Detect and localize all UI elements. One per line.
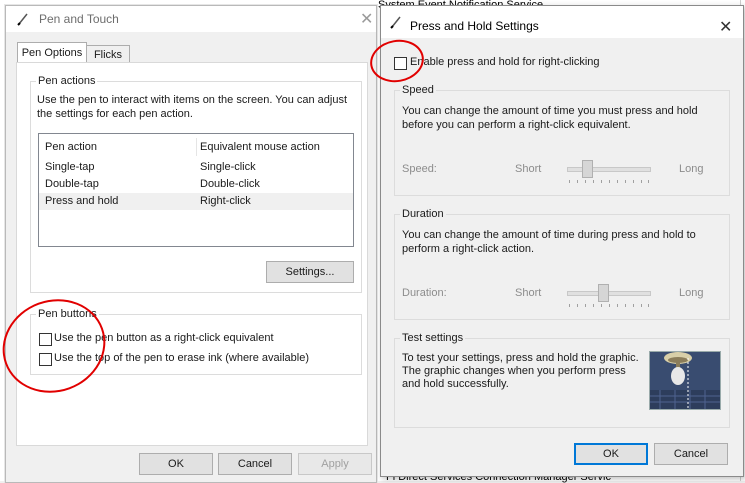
list-item[interactable]: Single-tap Single-click (39, 159, 353, 176)
duration-min-label: Short (515, 287, 542, 299)
cancel-button[interactable]: Cancel (218, 453, 292, 475)
speed-slider-ticks (569, 180, 649, 184)
column-divider (196, 138, 197, 156)
slider-tick (569, 304, 570, 307)
speed-description: You can change the amount of time you mu… (402, 105, 698, 131)
slider-tick (585, 304, 586, 307)
slider-tick (641, 180, 642, 183)
column-header-pen-action[interactable]: Pen action (45, 141, 97, 153)
slider-tick (648, 180, 649, 183)
test-settings-label: Test settings (400, 332, 466, 344)
slider-tick (585, 180, 586, 183)
speed-label: Speed (400, 84, 436, 96)
pen-and-touch-dialog: Pen and Touch ✕ Pen Options Flicks Pen a… (5, 5, 377, 483)
cancel-button[interactable]: Cancel (654, 443, 728, 465)
pen-actions-label: Pen actions (36, 75, 98, 87)
duration-slider-label: Duration: (402, 287, 447, 299)
mouse-action-cell: Single-click (200, 161, 256, 173)
slider-tick (633, 180, 634, 183)
speed-slider-track[interactable] (567, 167, 651, 172)
slider-tick (609, 304, 610, 307)
duration-slider-track[interactable] (567, 291, 651, 296)
pen-actions-description: Use the pen to interact with items on th… (37, 94, 348, 120)
tab-pen-options[interactable]: Pen Options (17, 42, 87, 64)
pen-icon (17, 13, 28, 26)
ok-button[interactable]: OK (139, 453, 213, 475)
mouse-action-cell: Double-click (200, 178, 260, 190)
speed-slider-label: Speed: (402, 163, 437, 175)
pen-actions-list[interactable]: Pen action Equivalent mouse action Singl… (38, 133, 354, 247)
light-fixture-icon (650, 352, 720, 409)
mouse-action-cell: Right-click (200, 195, 251, 207)
duration-description: You can change the amount of time during… (402, 229, 696, 255)
duration-slider-thumb[interactable] (598, 284, 609, 302)
settings-button[interactable]: Settings... (266, 261, 354, 283)
title-bar: Press and Hold Settings ✕ (381, 6, 743, 38)
duration-label: Duration (400, 208, 446, 220)
test-settings-description: To test your settings, press and hold th… (402, 352, 639, 390)
slider-tick (641, 304, 642, 307)
slider-tick (617, 304, 618, 307)
speed-min-label: Short (515, 163, 542, 175)
dialog-title: Press and Hold Settings (410, 19, 539, 33)
slider-tick (601, 304, 602, 307)
pen-action-cell: Press and hold (45, 195, 119, 207)
column-header-mouse-action[interactable]: Equivalent mouse action (200, 141, 320, 153)
slider-tick (617, 180, 618, 183)
speed-slider-thumb[interactable] (582, 160, 593, 178)
slider-tick (577, 304, 578, 307)
enable-press-hold-label[interactable]: Enable press and hold for right-clicking (410, 56, 600, 68)
duration-max-label: Long (679, 287, 704, 299)
duration-slider-ticks (569, 304, 649, 308)
title-bar: Pen and Touch ✕ (6, 6, 376, 32)
slider-tick (625, 180, 626, 183)
slider-tick (625, 304, 626, 307)
speed-max-label: Long (679, 163, 704, 175)
slider-tick (577, 180, 578, 183)
pen-action-cell: Single-tap (45, 161, 95, 173)
slider-tick (601, 180, 602, 183)
slider-tick (648, 304, 649, 307)
apply-button[interactable]: Apply (298, 453, 372, 475)
close-icon[interactable]: ✕ (360, 9, 373, 29)
pen-icon (390, 16, 401, 29)
pen-action-cell: Double-tap (45, 178, 99, 190)
dialog-title: Pen and Touch (39, 12, 119, 26)
list-item[interactable]: Double-tap Double-click (39, 176, 353, 193)
ok-button[interactable]: OK (574, 443, 648, 465)
slider-tick (593, 180, 594, 183)
list-item-selected[interactable]: Press and hold Right-click (39, 193, 353, 210)
slider-tick (569, 180, 570, 183)
test-graphic[interactable] (649, 351, 721, 410)
close-icon[interactable]: ✕ (719, 17, 732, 37)
press-and-hold-dialog: Press and Hold Settings ✕ Enable press a… (380, 5, 744, 477)
slider-tick (593, 304, 594, 307)
slider-tick (633, 304, 634, 307)
slider-tick (609, 180, 610, 183)
